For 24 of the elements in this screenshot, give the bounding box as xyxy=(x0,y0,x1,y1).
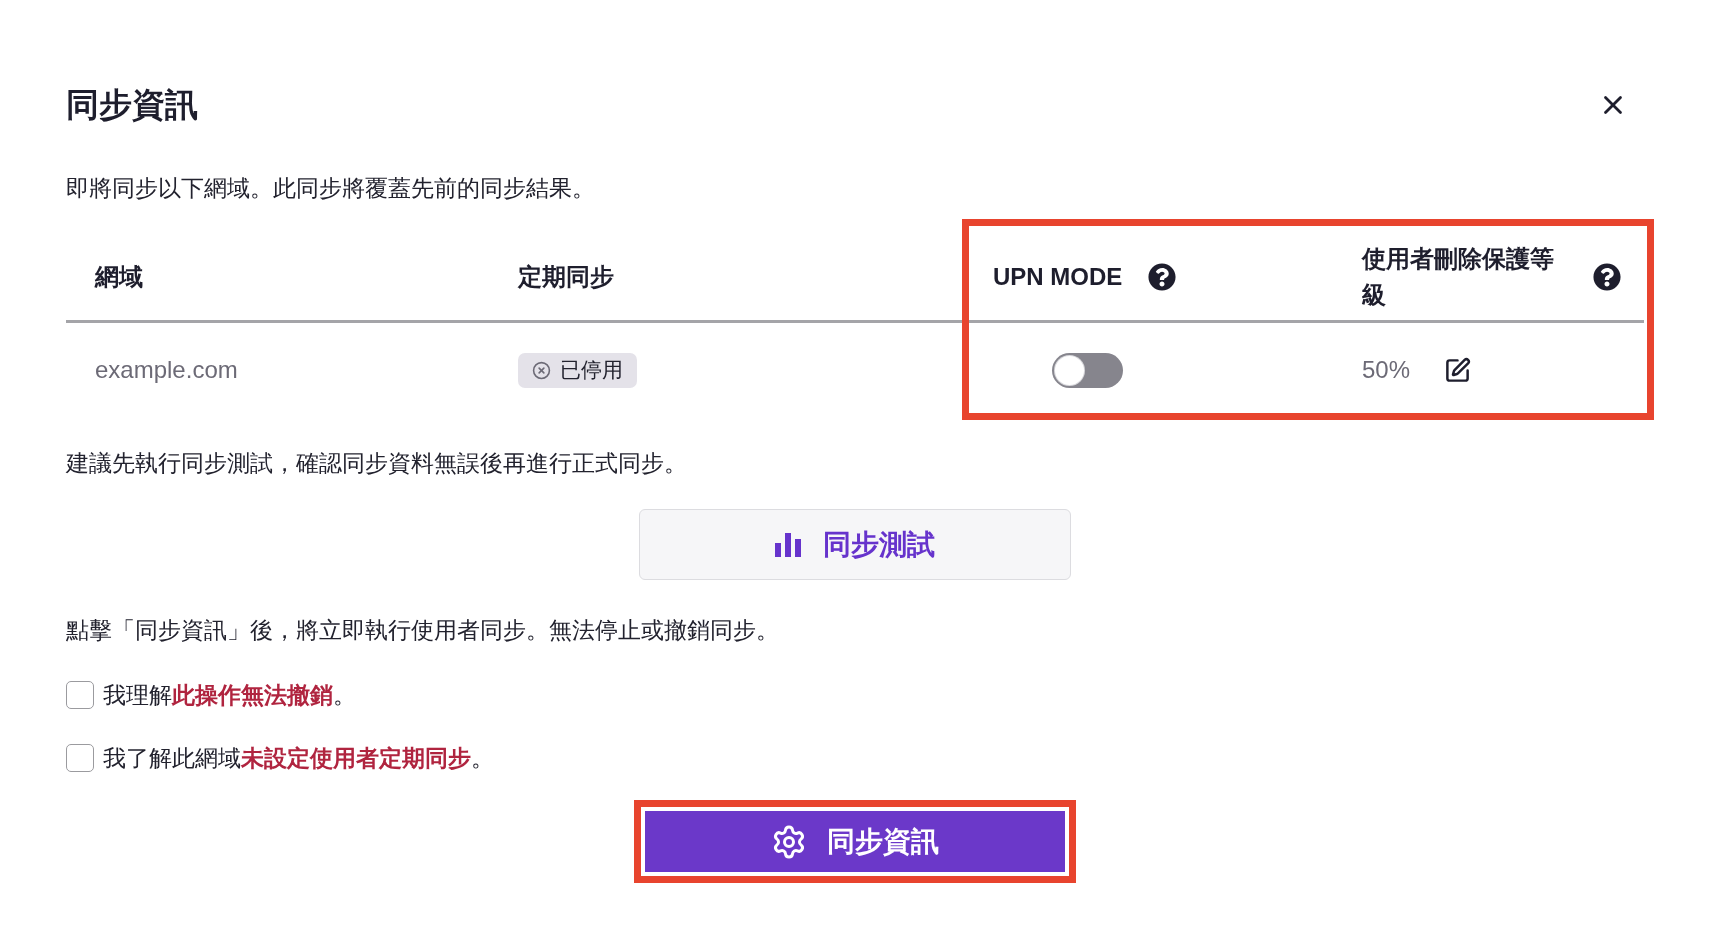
percent-value: 50% xyxy=(1362,355,1411,385)
confirmation-text: 我理解此操作無法撤銷。 xyxy=(103,681,356,710)
checkbox[interactable] xyxy=(66,744,94,772)
warning-text: 點擊「同步資訊」後，將立即執行使用者同步。無法停止或撤銷同步。 xyxy=(66,616,780,645)
column-header: 網域 xyxy=(95,262,143,292)
confirmation-text: 我了解此網域未設定使用者定期同步。 xyxy=(103,744,494,773)
status-label: 已停用 xyxy=(560,357,623,383)
edit-icon[interactable] xyxy=(1444,356,1472,384)
dialog-title: 同步資訊 xyxy=(66,85,198,125)
column-header: 定期同步 xyxy=(518,262,614,292)
x-circle-icon xyxy=(532,360,551,380)
column-header: 使用者刪除保護等級 xyxy=(1362,244,1555,310)
column-header: UPN MODE xyxy=(993,262,1123,292)
intro-text: 即將同步以下網域。此同步將覆蓋先前的同步結果。 xyxy=(66,174,596,203)
help-icon[interactable] xyxy=(1148,263,1177,291)
domain-name: example.com xyxy=(95,355,238,385)
help-icon[interactable] xyxy=(1593,263,1621,291)
sync-button[interactable]: 同步資訊 xyxy=(645,811,1065,872)
advice-text: 建議先執行同步測試，確認同步資料無誤後再進行正式同步。 xyxy=(66,449,688,478)
toggle-switch[interactable] xyxy=(1052,352,1123,388)
test-sync-button[interactable]: 同步測試 xyxy=(639,509,1071,580)
checkbox[interactable] xyxy=(66,681,94,709)
bar-chart-icon xyxy=(775,532,801,557)
gear-icon xyxy=(771,823,807,860)
